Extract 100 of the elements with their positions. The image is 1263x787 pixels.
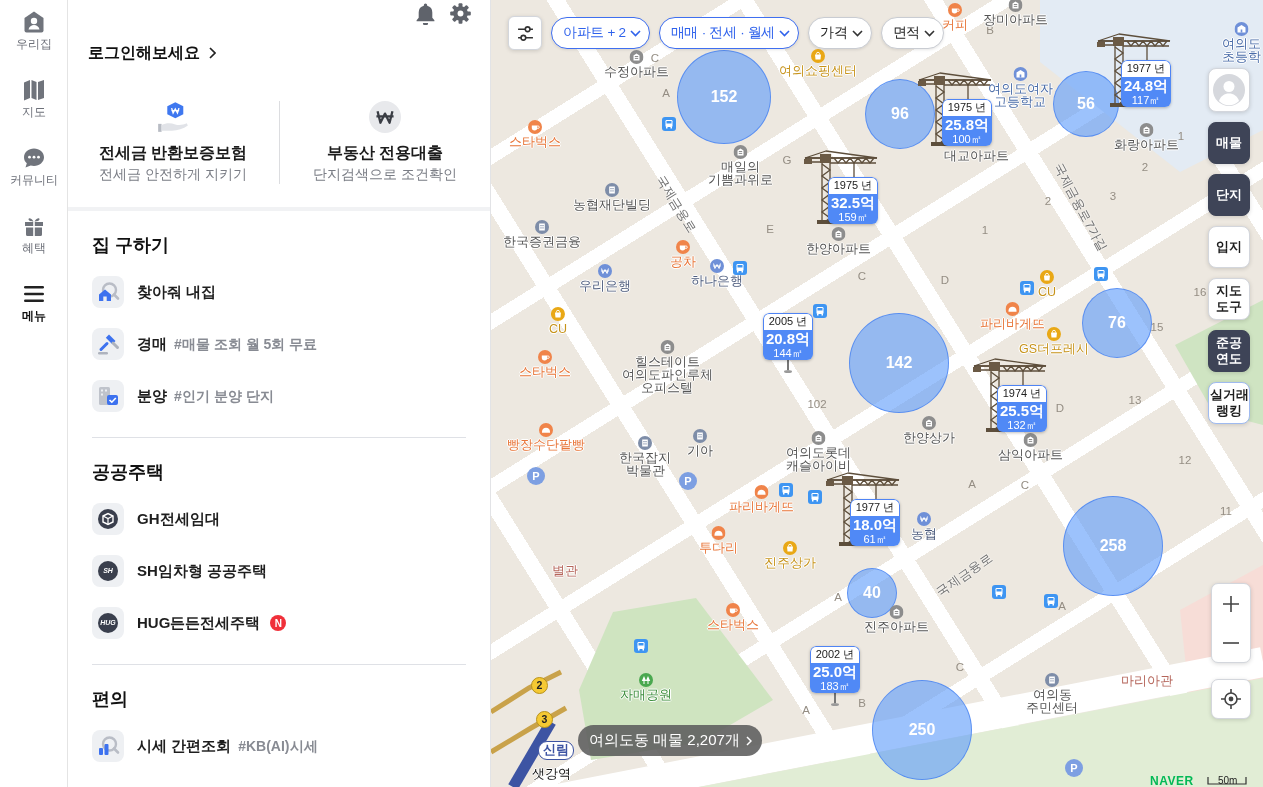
apartment-icon: [1023, 432, 1037, 447]
school-icon: [1234, 21, 1248, 36]
apartment-icon: [889, 604, 903, 619]
bread-icon: [754, 484, 768, 499]
nav-tab[interactable]: 우리집: [0, 0, 67, 68]
minus-icon: [1222, 641, 1240, 644]
building-number: C: [650, 52, 660, 64]
plus-icon: [1222, 594, 1240, 613]
cube-logo-icon: [92, 503, 124, 535]
filter-settings-button[interactable]: [508, 16, 542, 50]
chevron-down-icon: [851, 29, 863, 37]
settings-icon[interactable]: [450, 3, 471, 25]
menu-link[interactable]: 찾아줘 내집: [137, 282, 217, 302]
bread-icon: [711, 525, 725, 540]
bag-icon: [551, 306, 565, 321]
place-label: 한양상가: [903, 431, 955, 445]
layer-toggle-button[interactable]: 단지: [1208, 174, 1250, 216]
apartment-icon: [629, 49, 643, 64]
place-label: 파리바게뜨: [979, 317, 1045, 331]
place-label: 수정아파트: [603, 65, 669, 79]
section-title: 편의: [92, 688, 129, 711]
locate-button[interactable]: [1211, 679, 1251, 719]
apartment-icon: [922, 415, 936, 430]
bus-stop-icon: [1094, 267, 1108, 281]
station-name: 샛강역: [532, 765, 571, 783]
building-number: A: [968, 478, 976, 490]
section-title: 공공주택: [92, 461, 165, 484]
bag-icon: [783, 540, 797, 555]
place-label: 여의쇼핑센터: [779, 64, 857, 78]
apartment-icon: [733, 144, 747, 159]
place-label: 한국증권금융: [503, 235, 581, 249]
menu-link[interactable]: 경매 #매물 조회 월 5회 무료: [137, 334, 318, 354]
nav-tab[interactable]: 지도: [0, 68, 67, 136]
building-number: 11: [1220, 505, 1232, 517]
menu-link[interactable]: SH임차형 공공주택: [137, 561, 267, 581]
layer-toggle-button[interactable]: 입지: [1208, 226, 1250, 268]
layer-toggle-button[interactable]: 준공 연도: [1208, 330, 1250, 372]
place-label: 진주아파트: [863, 620, 929, 634]
building-number: D: [1055, 402, 1065, 414]
won-icon: [710, 258, 724, 273]
menu-link[interactable]: HUG든든전세주택: [137, 613, 261, 633]
nav-tab[interactable]: 혜택: [0, 204, 67, 272]
menu-link[interactable]: GH전세임대: [137, 509, 220, 529]
bag-icon: [811, 48, 825, 63]
layer-toggle-button[interactable]: 실거래 랭킹: [1208, 382, 1250, 424]
listing-count-button[interactable]: 여의도동 매물 2,207개: [578, 725, 762, 756]
building-number: B: [858, 697, 866, 709]
bell-icon[interactable]: [415, 2, 436, 25]
promo-title[interactable]: 전세금 반환보증보험: [99, 141, 248, 164]
menu-link[interactable]: 분양 #인기 분양 단지: [137, 386, 274, 406]
building-number: E: [766, 223, 774, 235]
bus-stop-icon: [813, 304, 827, 318]
place-label: 한양아파트: [805, 242, 871, 256]
place-label: 농협: [911, 527, 937, 541]
building-number: 2: [1141, 161, 1149, 173]
place-label: 농협재단빌딩: [573, 198, 651, 212]
place-label: 마리아관: [1121, 674, 1173, 688]
place-label: 화랑아파트: [1113, 138, 1179, 152]
place-label: 한국잡지 박물관: [619, 451, 671, 478]
place-label: CU: [548, 322, 568, 336]
place-label: 별관: [552, 564, 578, 578]
promo-title[interactable]: 부동산 전용대출: [326, 141, 443, 164]
place-label: 삼익아파트: [997, 448, 1063, 462]
building-number: A: [1058, 600, 1066, 612]
tree-icon: [639, 672, 653, 687]
new-badge: N: [270, 615, 287, 631]
chat-bubble-icon: [21, 146, 46, 170]
bus-stop-icon: [634, 639, 648, 653]
menu-link[interactable]: 시세 간편조회 #KB(AI)시세: [137, 736, 318, 756]
building-number: 3: [1109, 190, 1117, 202]
won-icon: [598, 263, 612, 278]
layer-toggle-button[interactable]: 매물: [1208, 122, 1250, 164]
scale-label: 50m: [1218, 775, 1238, 786]
bread-icon: [1005, 301, 1019, 316]
map-provider-logo: NAVER: [1150, 775, 1194, 787]
sliders-icon: [516, 25, 534, 41]
subway-line: [491, 669, 563, 715]
chevron-right-icon: [745, 735, 752, 746]
apartment-icon: [660, 339, 674, 354]
chevron-down-icon: [629, 29, 641, 37]
chevron-down-icon: [924, 29, 935, 37]
building-icon: [693, 428, 707, 443]
filter-chip[interactable]: 가격: [808, 17, 872, 49]
chevron-right-icon: [209, 46, 216, 59]
scale-bar-icon: [1207, 777, 1247, 785]
cup-icon: [948, 2, 962, 17]
building-number: 12: [1178, 454, 1192, 466]
filter-chip[interactable]: 아파트 + 2: [551, 17, 650, 49]
apartment-icon: [811, 430, 825, 445]
building-number: D: [940, 274, 950, 286]
nav-tab[interactable]: 메뉴: [0, 272, 67, 340]
gavel-icon: [92, 328, 124, 360]
bus-stop-icon: [1044, 594, 1058, 608]
building-number: 1: [981, 224, 989, 236]
place-label: 하나은행: [691, 274, 743, 288]
nav-tab[interactable]: 커뮤니티: [0, 136, 67, 204]
layer-toggle-button[interactable]: 지도 도구: [1208, 278, 1250, 320]
place-label: 매일의 기쁨과위로: [707, 160, 773, 187]
login-link[interactable]: 로그인해보세요: [88, 40, 216, 65]
filter-chip[interactable]: 매매 · 전세 · 월세: [658, 17, 800, 49]
